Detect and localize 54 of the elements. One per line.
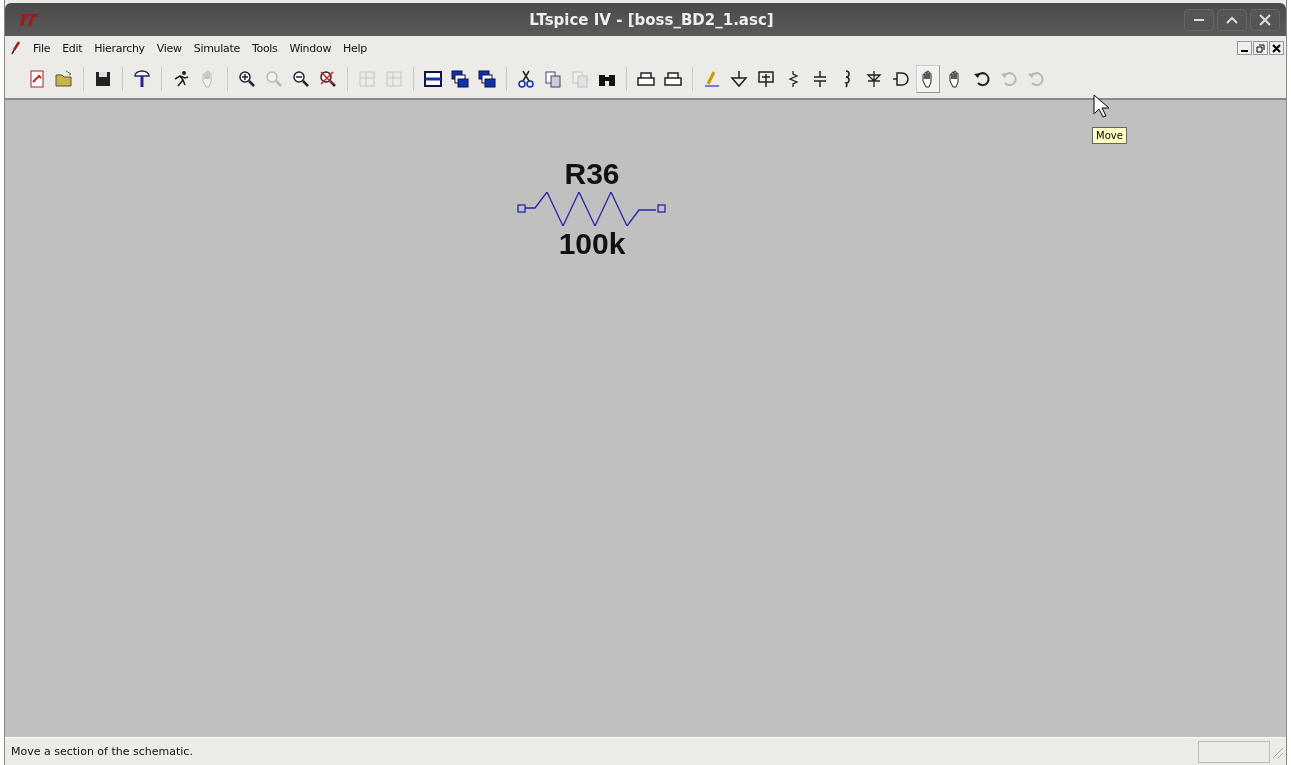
- menu-item[interactable]: File: [27, 41, 57, 55]
- printer-icon: [636, 69, 656, 89]
- undo-icon: [972, 69, 992, 89]
- paste-icon: [570, 69, 590, 89]
- minimize-button[interactable]: [1237, 41, 1252, 55]
- probe-icon: [132, 69, 152, 89]
- zoom-out-icon: [291, 69, 311, 89]
- toolbar-button[interactable]: [916, 65, 940, 93]
- redo-icon: [999, 69, 1019, 89]
- window-title: LTspice IV - [boss_BD2_1.asc]: [528, 10, 775, 29]
- crossed-magnifier-icon: [318, 69, 338, 89]
- component-value: 100k: [558, 226, 626, 262]
- status-panel: [1198, 740, 1270, 763]
- mouse-pointer-icon: [1093, 94, 1109, 118]
- close-icon: [1272, 43, 1281, 53]
- menu-item[interactable]: View: [150, 41, 188, 55]
- logo-icon: [19, 12, 39, 27]
- printer-icon: [663, 69, 683, 89]
- maximize-button[interactable]: [1217, 8, 1247, 31]
- menu-item[interactable]: Help: [337, 41, 373, 55]
- close-button[interactable]: [1250, 8, 1280, 31]
- resistor-symbol[interactable]: [517, 192, 667, 226]
- arrange-icon: [477, 69, 497, 89]
- zoom-in-icon: [237, 69, 257, 89]
- menu-item[interactable]: Hierarchy: [88, 41, 151, 55]
- diode-icon: [864, 69, 884, 89]
- copy-icon: [543, 69, 563, 89]
- gate-icon: [891, 69, 911, 89]
- rotate-icon: [1026, 69, 1046, 89]
- menu-item[interactable]: Tools: [245, 41, 284, 55]
- scissors-icon: [516, 69, 536, 89]
- menu-item[interactable]: Simulate: [187, 41, 246, 55]
- magnifier-icon: [264, 69, 284, 89]
- minimize-button[interactable]: [1184, 8, 1214, 31]
- ground-icon: [729, 69, 749, 89]
- menu-item[interactable]: Window: [283, 41, 338, 55]
- tile-icon: [384, 69, 404, 89]
- tooltip: Move: [1092, 127, 1127, 144]
- pencil-icon: [702, 69, 722, 89]
- component-name: R36: [564, 156, 620, 192]
- tile-icon: [357, 69, 377, 89]
- cascade-icon: [450, 69, 470, 89]
- status-text: Move a section of the schematic.: [11, 745, 193, 758]
- close-button[interactable]: [1269, 41, 1284, 55]
- folder-icon: [54, 69, 74, 89]
- label-icon: [756, 69, 776, 89]
- app-menu-icon[interactable]: [11, 41, 21, 55]
- restore-button[interactable]: [1253, 41, 1268, 55]
- close-icon: [1259, 13, 1271, 26]
- horizontal-tile-icon: [423, 69, 443, 89]
- minimize-icon: [1241, 50, 1248, 52]
- restore-icon: [1256, 43, 1265, 53]
- new-file-icon: [27, 69, 47, 89]
- menu-item[interactable]: Edit: [56, 41, 89, 55]
